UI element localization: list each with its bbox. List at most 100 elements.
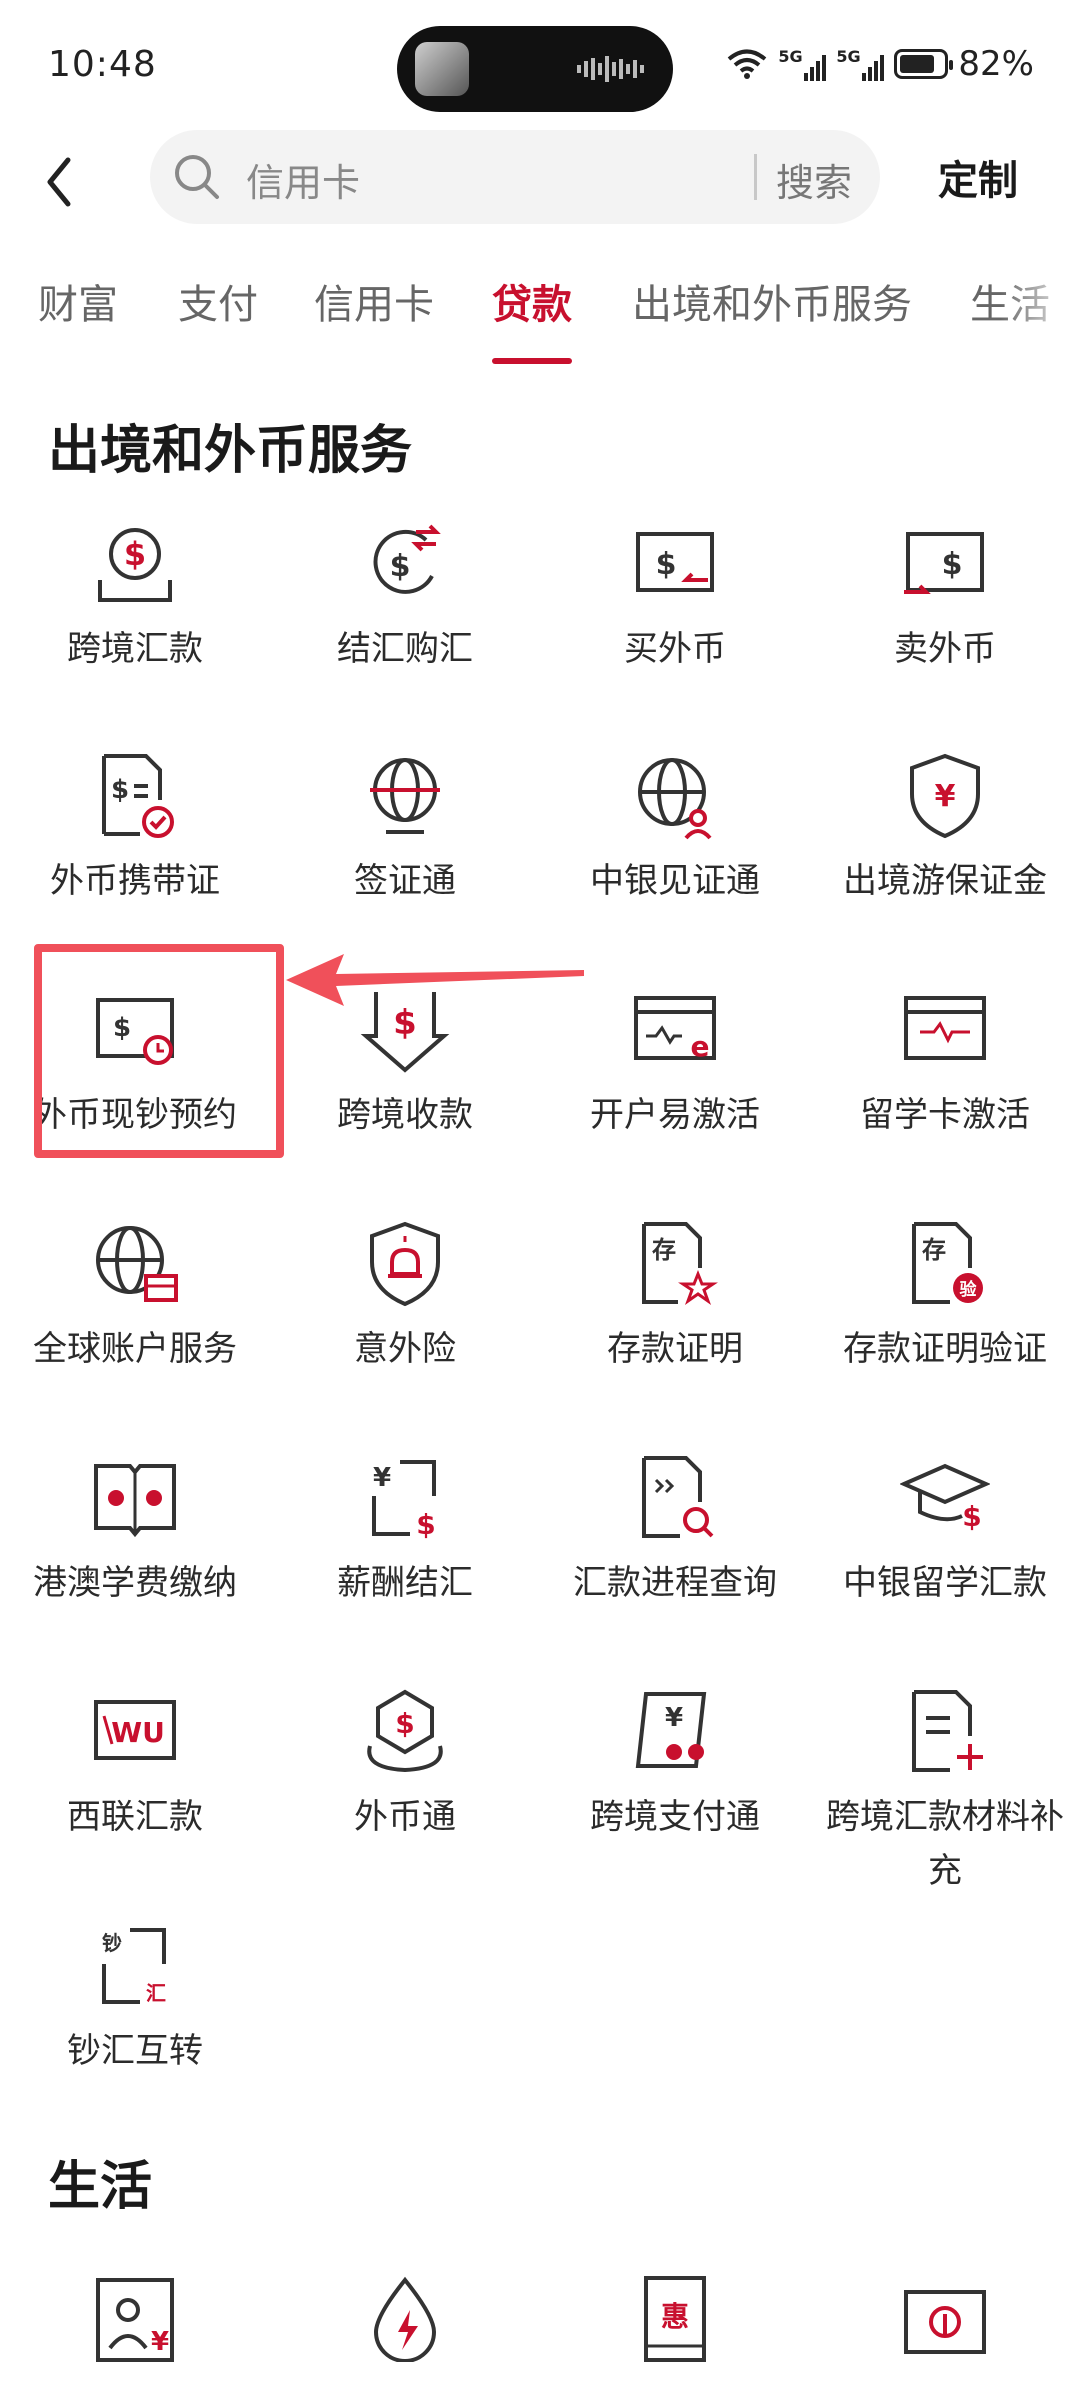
service-label: 西联汇款: [67, 1797, 203, 1837]
service-student-card-activate[interactable]: 留学卡激活: [810, 984, 1080, 1142]
service-buy-forex[interactable]: $ 买外币: [540, 518, 810, 676]
signal-5g-1-icon: 5G: [778, 47, 827, 81]
life-service-4[interactable]: [810, 2272, 1080, 2362]
service-forex-carry-cert[interactable]: $ 外币携带证: [0, 750, 270, 908]
highlight-box: [34, 944, 284, 1158]
service-hk-macau-tuition[interactable]: 港澳学费缴纳: [0, 1452, 270, 1610]
service-deposit-cert[interactable]: 存 存款证明: [540, 1218, 810, 1376]
status-time: 10:48: [48, 44, 157, 85]
service-label: 跨境汇款材料补充: [826, 1797, 1064, 1891]
battery-icon: [894, 49, 954, 79]
signal-5g-2-icon: 5G: [836, 47, 885, 81]
service-global-account[interactable]: 全球账户服务: [0, 1218, 270, 1376]
service-sell-forex[interactable]: $ 卖外币: [810, 518, 1080, 676]
service-label: 外币通: [354, 1797, 456, 1837]
service-accident-insurance[interactable]: 意外险: [270, 1218, 540, 1376]
forex-pass-icon: $: [367, 1689, 443, 1773]
service-label: 跨境汇款: [67, 629, 203, 669]
tab-credit-card[interactable]: 信用卡: [314, 272, 434, 330]
dynamic-island: [397, 26, 673, 112]
section-title-life: 生活: [48, 2157, 153, 2217]
service-cross-border-pay[interactable]: ¥ 跨境支付通: [540, 1686, 810, 1844]
service-label: 薪酬结汇: [337, 1563, 473, 1603]
svg-text:汇: 汇: [146, 1981, 166, 2005]
section-title-forex: 出境和外币服务: [48, 421, 413, 481]
account-activate-icon: e: [634, 996, 716, 1063]
western-union-icon: WU: [94, 1700, 176, 1760]
search-icon: [175, 155, 219, 199]
cross-border-remit-icon: $: [98, 528, 172, 602]
life-service-2[interactable]: [270, 2272, 540, 2362]
customize-button[interactable]: 定制: [938, 148, 1018, 206]
svg-text:存: 存: [922, 1236, 946, 1264]
service-label: 钞汇互转: [67, 2031, 203, 2071]
search-divider: [754, 154, 757, 200]
svg-text:验: 验: [960, 1279, 978, 1300]
service-label: 存款证明验证: [843, 1329, 1047, 1369]
service-label: 存款证明: [607, 1329, 743, 1369]
service-cross-border-remit[interactable]: $ 跨境汇款: [0, 518, 270, 676]
service-label: 港澳学费缴纳: [33, 1563, 237, 1603]
wifi-icon: [728, 49, 767, 79]
search-bar[interactable]: 信用卡 搜索: [150, 130, 880, 224]
service-label: 卖外币: [894, 629, 996, 669]
service-visa[interactable]: 签证通: [270, 750, 540, 908]
service-label: 汇款进程查询: [573, 1563, 777, 1603]
service-salary-exchange[interactable]: ¥ $ 薪酬结汇: [270, 1452, 540, 1610]
back-icon[interactable]: [38, 150, 82, 214]
service-label: 外币携带证: [50, 861, 220, 901]
service-label: 出境游保证金: [843, 861, 1047, 901]
service-currency-exchange[interactable]: $ 结汇购汇: [270, 518, 540, 676]
buy-forex-icon: $: [636, 532, 714, 592]
service-label: 全球账户服务: [33, 1329, 237, 1369]
svg-text:¥: ¥: [935, 779, 956, 814]
hk-macau-tuition-icon: [94, 1464, 176, 1538]
status-bar: 10:48 5G 5G 82%: [0, 0, 1080, 130]
service-study-abroad-remit[interactable]: $ 中银留学汇款: [810, 1452, 1080, 1610]
status-icons: 5G 5G 82%: [726, 44, 1034, 84]
service-label: 跨境收款: [337, 1095, 473, 1135]
service-label: 留学卡激活: [860, 1095, 1030, 1135]
svg-text:钞: 钞: [102, 1931, 122, 1955]
forex-carry-cert-icon: $: [102, 754, 174, 838]
service-remit-material-add[interactable]: 跨境汇款材料补充: [810, 1686, 1080, 1898]
service-forex-pass[interactable]: $ 外币通: [270, 1686, 540, 1844]
service-label: 意外险: [354, 1329, 456, 1369]
visa-globe-icon: [370, 758, 440, 834]
search-input[interactable]: 信用卡: [246, 152, 360, 207]
svg-text:$: $: [395, 1707, 414, 1740]
media-thumbnail: [415, 42, 469, 96]
active-tab-indicator: [492, 358, 572, 364]
remit-query-icon: [642, 1456, 714, 1538]
accident-insurance-icon: [370, 1221, 440, 1307]
service-travel-deposit[interactable]: ¥ 出境游保证金: [810, 750, 1080, 908]
cross-border-pay-icon: ¥: [635, 1692, 707, 1768]
life-power-drop-icon: [373, 2276, 437, 2362]
sell-forex-icon: $: [904, 532, 984, 594]
search-button[interactable]: 搜索: [776, 152, 852, 207]
tab-forex-services[interactable]: 出境和外币服务: [632, 272, 912, 330]
service-witness[interactable]: 中银见证通: [540, 750, 810, 908]
svg-text:WU: WU: [111, 1716, 165, 1749]
life-discount-phone-icon: 惠: [644, 2276, 706, 2362]
service-label: 中银见证通: [590, 861, 760, 901]
life-service-3[interactable]: 惠: [540, 2272, 810, 2362]
tab-wealth[interactable]: 财富: [38, 272, 118, 330]
witness-globe-icon: [638, 758, 712, 840]
service-cash-remit-convert[interactable]: 钞 汇 钞汇互转: [0, 1920, 270, 2078]
service-deposit-verify[interactable]: 存 验 存款证明验证: [810, 1218, 1080, 1376]
svg-text:$: $: [390, 549, 411, 584]
service-western-union[interactable]: WU 西联汇款: [0, 1686, 270, 1844]
travel-deposit-shield-icon: ¥: [910, 753, 980, 839]
service-label: 买外币: [624, 629, 726, 669]
service-label: 开户易激活: [590, 1095, 760, 1135]
service-remit-query[interactable]: 汇款进程查询: [540, 1452, 810, 1610]
life-card-icon: [904, 2290, 986, 2354]
svg-text:惠: 惠: [661, 2300, 689, 2333]
svg-text:$: $: [111, 775, 129, 805]
student-card-activate-icon: [904, 996, 986, 1060]
svg-text:$: $: [656, 547, 677, 582]
life-service-1[interactable]: ¥: [0, 2272, 270, 2362]
tab-loans[interactable]: 贷款: [492, 272, 572, 330]
tab-payment[interactable]: 支付: [178, 272, 258, 330]
